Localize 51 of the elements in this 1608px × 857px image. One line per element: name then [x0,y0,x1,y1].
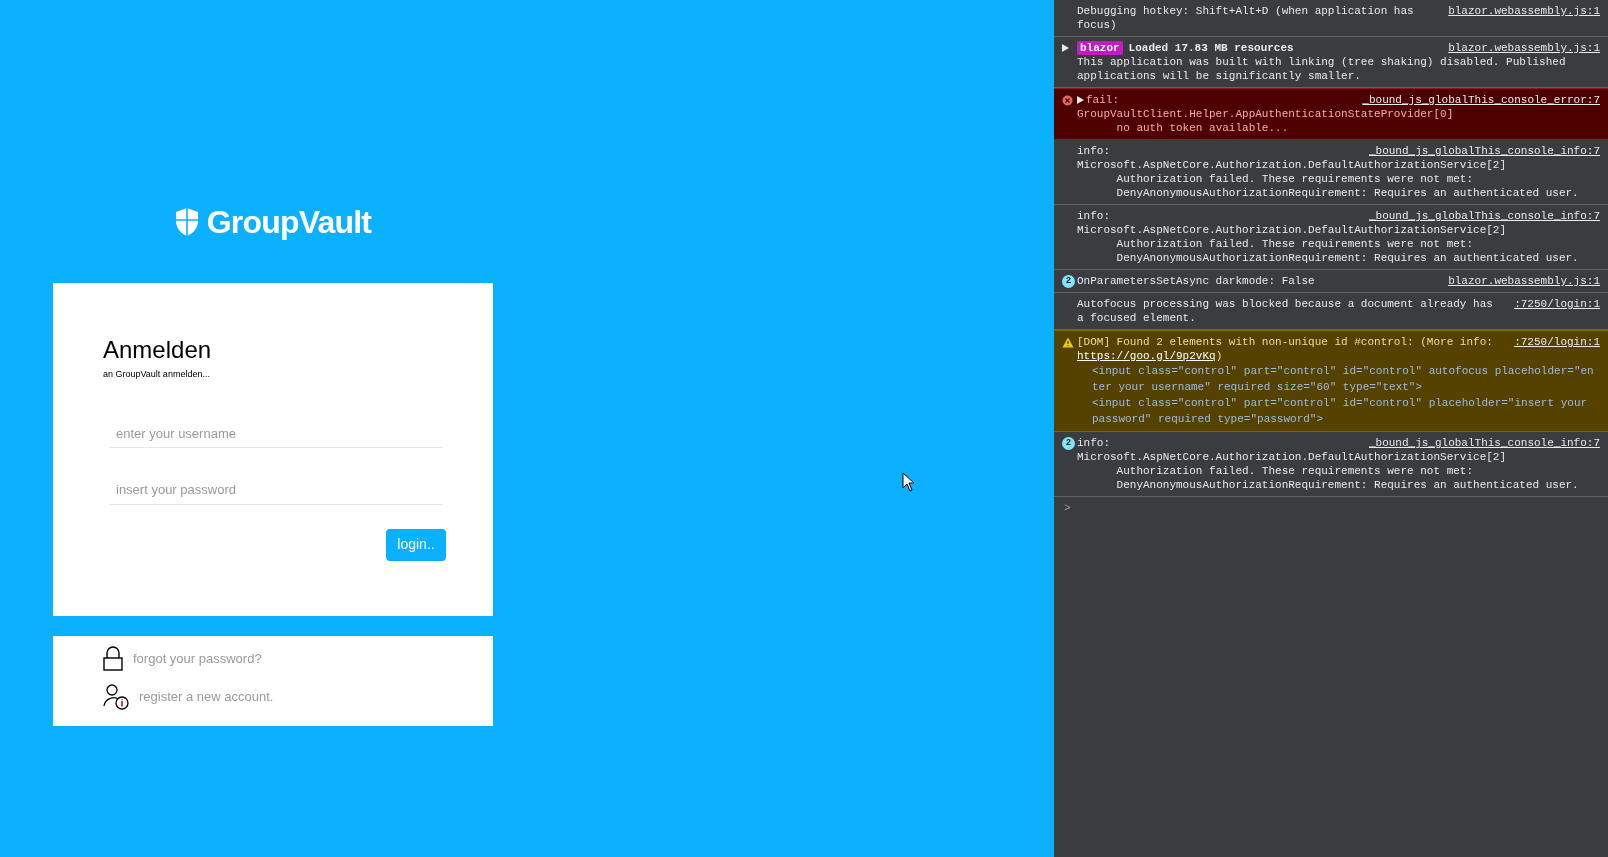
source-link[interactable]: :7250/login:1 [1514,335,1600,349]
source-link[interactable]: :7250/login:1 [1514,297,1600,311]
link[interactable]: https://goo.gl/9p2vKq [1077,350,1216,362]
warning-icon [1062,336,1074,348]
count-badge: 2 [1062,436,1075,450]
message-text: Authorization failed. These requirements were not met: [1115,237,1475,251]
message-text: Authorization failed. These requirements were not met: [1115,172,1475,186]
message-text: info: [1077,437,1110,449]
message-text: ) [1215,350,1223,362]
message-text: OnParametersSetAsync darkmode: False [1077,275,1315,287]
message-text: <input class="control" part="control" id="control" placeholder="insert your password" required type="password"> [1091,396,1589,427]
error-icon [1062,94,1073,106]
prompt-icon[interactable]: > [1054,497,1608,519]
lock-icon [103,646,123,672]
brand-name: GroupVault [206,203,372,242]
expand-arrow-icon[interactable] [1062,44,1069,52]
cursor-icon [902,472,915,492]
source-link[interactable]: _bound_js_globalThis_console_info:7 [1368,144,1600,158]
message-text: no auth token available... [1115,121,1290,135]
username-field[interactable]: enter your username [109,419,443,448]
message-text: Microsoft.AspNetCore.Authorization.DefaultAuthorizationService[2] [1076,450,1508,464]
message-text: DenyAnonymousAuthorizationRequirement: Requires an authenticated user. [1115,186,1580,200]
user-info-icon [103,684,129,710]
expand-arrow-icon[interactable] [1077,96,1084,104]
source-link[interactable]: _bound_js_globalThis_console_info:7 [1368,209,1600,223]
message-text: Debugging hotkey: Shift+Alt+D (when application has focus) [1077,5,1414,31]
login-subtitle: an GroupVault anmelden... [103,368,211,381]
login-title: Anmelden [103,335,213,365]
tag-label: blazor [1077,41,1123,55]
message-text: Microsoft.AspNetCore.Authorization.DefaultAuthorizationService[2] [1076,158,1508,172]
message-text: <input class="control" part="control" id="control" autofocus placeholder="enter your username" required size="60" type="text"> [1091,364,1595,395]
message-text: Autofocus processing was blocked because a document already has a focused element. [1077,298,1493,324]
source-link[interactable]: blazor.webassembly.js:1 [1448,274,1600,288]
source-link[interactable]: _bound_js_globalThis_console_info:7 [1368,436,1600,450]
source-link[interactable]: blazor.webassembly.js:1 [1448,4,1600,18]
message-text: info: [1077,210,1110,222]
password-field[interactable]: insert your password [109,476,443,505]
message-text: GroupVaultClient.Helper.AppAuthenticationStateProvider[0] [1076,107,1455,121]
source-link[interactable]: _bound_js_globalThis_console_error:7 [1362,93,1600,107]
message-text: fail: [1086,94,1119,106]
message-text: DenyAnonymousAuthorizationRequirement: Requires an authenticated user. [1115,478,1580,492]
message-text: info: [1077,145,1110,157]
message-text: Loaded 17.83 MB resources [1128,42,1294,54]
message-text: [DOM] Found 2 elements with non-unique id #control: (More info: [1077,336,1493,348]
message-text: Microsoft.AspNetCore.Authorization.DefaultAuthorizationService[2] [1076,223,1508,237]
message-text: Authorization failed. These requirements were not met: [1115,464,1475,478]
count-badge: 2 [1062,274,1075,288]
message-text: DenyAnonymousAuthorizationRequirement: Requires an authenticated user. [1115,251,1580,265]
message-text: This application was built with linking (tree shaking) disabled. Published applications will be significantly smaller. [1076,55,1567,83]
shield-icon [174,207,199,237]
source-link[interactable]: blazor.webassembly.js:1 [1448,41,1600,55]
